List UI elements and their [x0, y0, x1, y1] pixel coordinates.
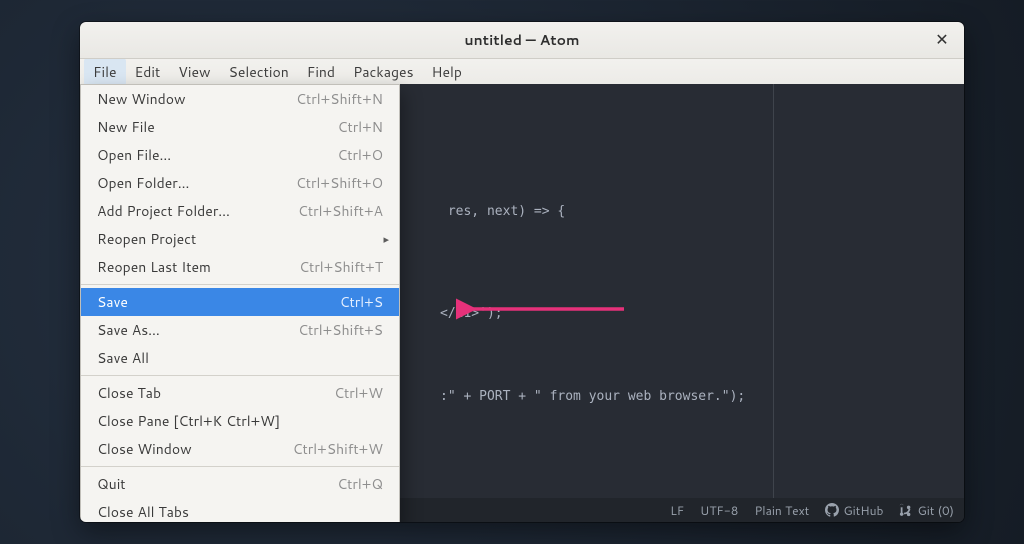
close-icon[interactable]: ✕ [930, 27, 954, 51]
menu-item-shortcut: Ctrl+Shift+W [293, 439, 383, 459]
menu-item-new-window[interactable]: New Window Ctrl+Shift+N [81, 85, 399, 113]
menu-item-shortcut: Ctrl+Shift+O [296, 173, 383, 193]
menu-item-shortcut: Ctrl+W [334, 383, 383, 403]
menubar: File Edit View Selection Find Packages H… [80, 59, 964, 86]
status-github-label: GitHub [843, 502, 883, 519]
menu-item-shortcut: Ctrl+Shift+N [296, 89, 383, 109]
menu-item-shortcut: Ctrl+O [337, 145, 383, 165]
menu-item-save-as[interactable]: Save As… Ctrl+Shift+S [81, 316, 399, 344]
code-fragment: :" + PORT + " from your web browser."); [440, 389, 745, 404]
status-git[interactable]: Git (0) [899, 502, 954, 519]
menu-item-close-window[interactable]: Close Window Ctrl+Shift+W [81, 435, 399, 463]
github-icon [825, 503, 839, 517]
menu-item-label: Reopen Last Item [97, 257, 211, 277]
menu-item-add-project-folder[interactable]: Add Project Folder… Ctrl+Shift+A [81, 197, 399, 225]
menu-item-reopen-project[interactable]: Reopen Project ▸ [81, 225, 399, 253]
menu-separator [81, 375, 399, 376]
menu-edit[interactable]: Edit [126, 58, 170, 86]
menu-item-label: New Window [97, 89, 186, 109]
file-menu-dropdown: New Window Ctrl+Shift+N New File Ctrl+N Open… [80, 84, 400, 522]
atom-window: untitled — Atom ✕ File Edit View Selecti… [80, 22, 964, 522]
code-fragment: </h1>'); [440, 306, 503, 321]
menu-item-label: Close All Tabs [97, 502, 189, 522]
menu-item-reopen-last-item[interactable]: Reopen Last Item Ctrl+Shift+T [81, 253, 399, 281]
status-encoding[interactable]: UTF-8 [700, 502, 738, 519]
menu-item-close-tab[interactable]: Close Tab Ctrl+W [81, 379, 399, 407]
menu-help[interactable]: Help [423, 58, 471, 86]
status-git-label: Git (0) [917, 502, 954, 519]
window-title: untitled — Atom [464, 30, 579, 50]
menu-packages[interactable]: Packages [344, 58, 422, 86]
menu-item-open-file[interactable]: Open File… Ctrl+O [81, 141, 399, 169]
menu-item-save[interactable]: Save Ctrl+S [81, 288, 399, 316]
menu-item-save-all[interactable]: Save All [81, 344, 399, 372]
menu-item-label: Save As… [97, 320, 160, 340]
status-github[interactable]: GitHub [825, 502, 883, 519]
git-branch-icon [899, 503, 913, 517]
menu-item-label: Save [97, 292, 128, 312]
menu-item-quit[interactable]: Quit Ctrl+Q [81, 470, 399, 498]
code-fragment: res, next) => { [440, 204, 565, 219]
menu-item-label: New File [97, 117, 155, 137]
menu-separator [81, 466, 399, 467]
menu-item-open-folder[interactable]: Open Folder… Ctrl+Shift+O [81, 169, 399, 197]
menu-item-shortcut: Ctrl+Shift+S [298, 320, 383, 340]
menu-view[interactable]: View [169, 58, 219, 86]
menu-item-shortcut: Ctrl+N [338, 117, 383, 137]
wrap-guide [773, 84, 774, 498]
menu-item-shortcut: Ctrl+Shift+A [298, 201, 383, 221]
menu-item-close-all-tabs[interactable]: Close All Tabs [81, 498, 399, 522]
menu-item-label: Quit [97, 474, 126, 494]
menu-item-label: Open Folder… [97, 173, 190, 193]
menu-separator [81, 284, 399, 285]
menu-item-shortcut: Ctrl+Shift+T [299, 257, 383, 277]
menu-item-new-file[interactable]: New File Ctrl+N [81, 113, 399, 141]
menu-item-shortcut: Ctrl+S [340, 292, 383, 312]
status-grammar[interactable]: Plain Text [754, 502, 809, 519]
menu-item-label: Reopen Project [97, 229, 196, 249]
menu-item-label: Close Tab [97, 383, 161, 403]
menu-item-shortcut: Ctrl+Q [337, 474, 383, 494]
titlebar: untitled — Atom ✕ [80, 22, 964, 59]
menu-item-label: Add Project Folder… [97, 201, 230, 221]
menu-file[interactable]: File [84, 58, 126, 86]
chevron-right-icon: ▸ [383, 231, 389, 247]
menu-item-label: Save All [97, 348, 149, 368]
menu-item-label: Open File… [97, 145, 171, 165]
menu-selection[interactable]: Selection [220, 58, 298, 86]
menu-item-close-pane-ctrl-k-ctrl-w[interactable]: Close Pane [Ctrl+K Ctrl+W] [81, 407, 399, 435]
menu-find[interactable]: Find [298, 58, 344, 86]
status-line-ending[interactable]: LF [670, 502, 684, 519]
menu-item-label: Close Window [97, 439, 192, 459]
menu-item-label: Close Pane [Ctrl+K Ctrl+W] [97, 411, 280, 431]
